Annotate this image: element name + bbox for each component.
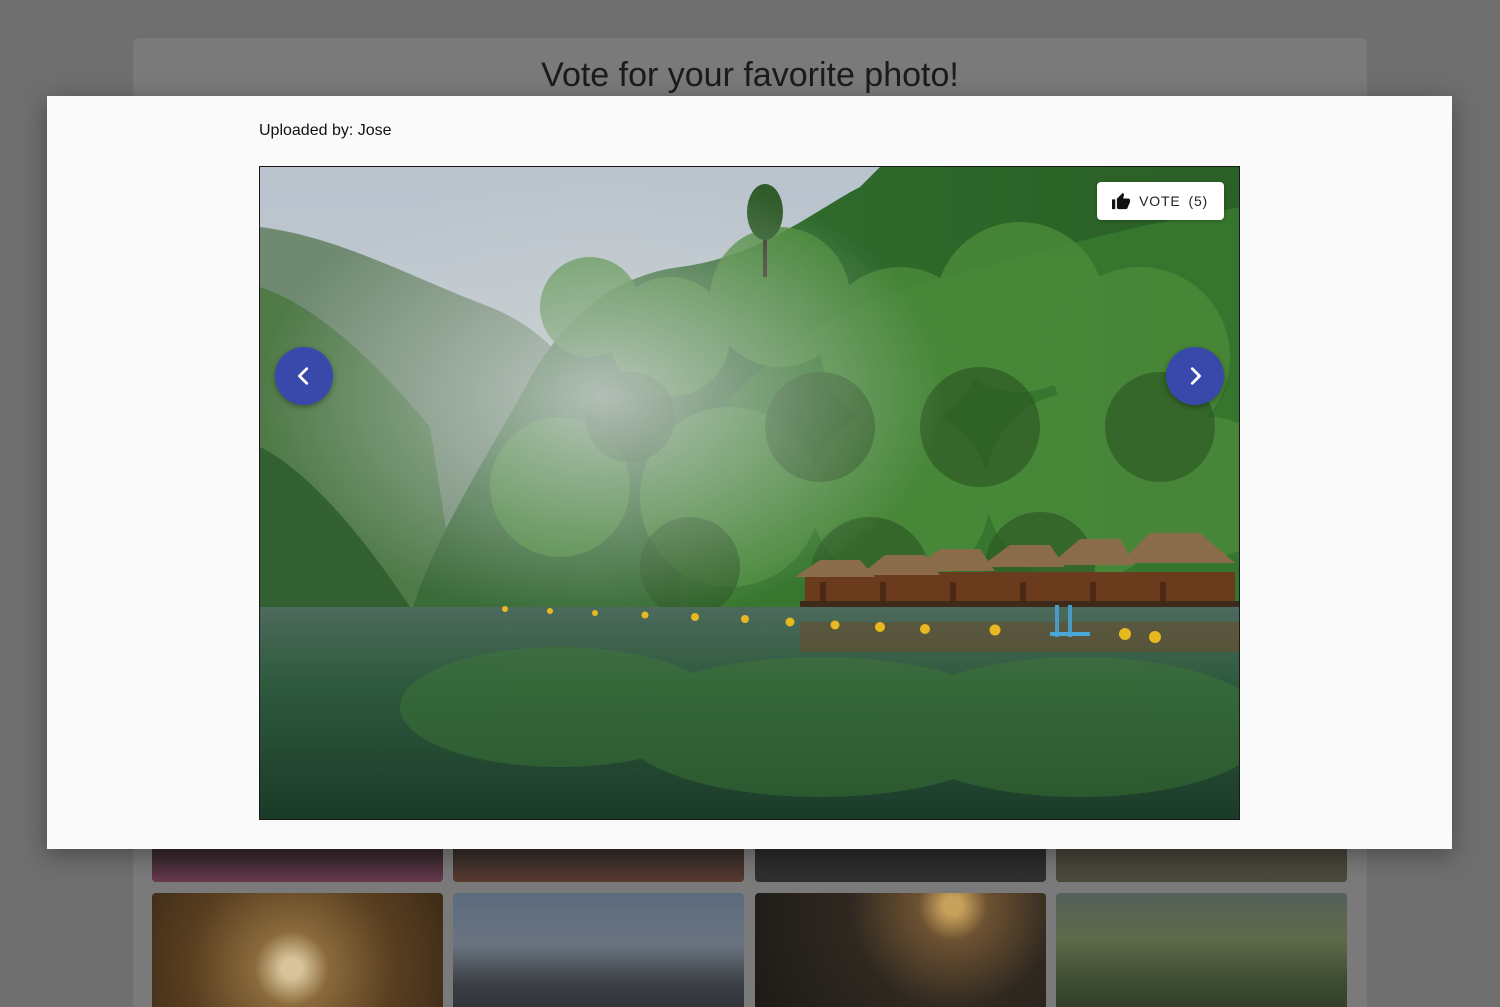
chevron-right-icon — [1184, 365, 1206, 387]
vote-label: VOTE — [1139, 193, 1181, 209]
vote-button[interactable]: VOTE (5) — [1097, 182, 1224, 220]
photo-viewer: VOTE (5) — [259, 166, 1240, 820]
vote-count: (5) — [1188, 193, 1208, 209]
gallery-thumbnail[interactable] — [453, 893, 744, 1007]
gallery-thumbnail[interactable] — [152, 893, 443, 1007]
thumbs-up-icon — [1111, 192, 1131, 210]
gallery-thumbnail[interactable] — [1056, 893, 1347, 1007]
next-photo-button[interactable] — [1166, 347, 1224, 405]
photo-image — [260, 167, 1239, 819]
chevron-left-icon — [293, 365, 315, 387]
uploader-label: Uploaded by: Jose — [259, 122, 392, 139]
previous-photo-button[interactable] — [275, 347, 333, 405]
gallery-thumbnail[interactable] — [755, 893, 1046, 1007]
page-title: Vote for your favorite photo! — [541, 56, 959, 94]
photo-modal: Uploaded by: Jose VOTE (5) — [47, 96, 1452, 849]
